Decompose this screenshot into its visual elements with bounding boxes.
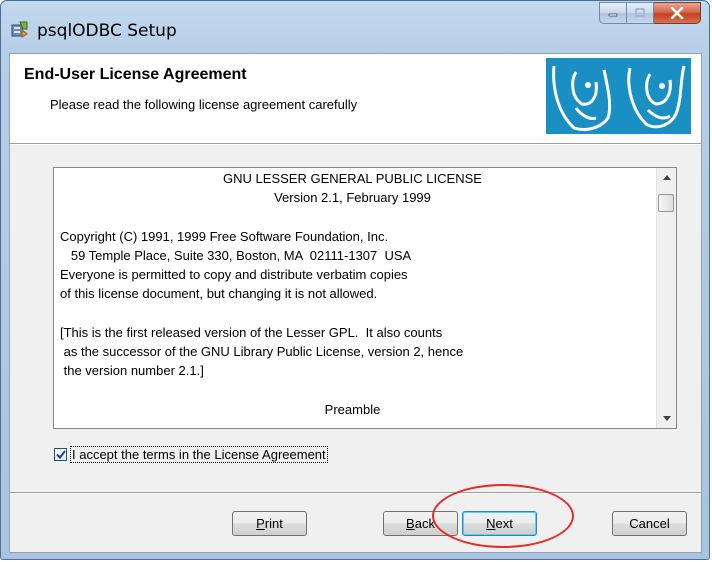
license-text[interactable]: GNU LESSER GENERAL PUBLIC LICENSE Versio… xyxy=(54,168,651,428)
scroll-down-button[interactable] xyxy=(657,409,676,428)
license-line: [This is the first released version of t… xyxy=(60,325,443,340)
maximize-icon xyxy=(635,8,645,17)
license-scrollbar[interactable] xyxy=(656,168,676,428)
postgresql-elephant-logo xyxy=(546,58,691,134)
minimize-icon xyxy=(608,13,618,17)
license-line: Preamble xyxy=(324,402,381,417)
footer-separator xyxy=(10,492,701,494)
print-button-label: Print xyxy=(256,516,283,531)
back-button-label: Back xyxy=(406,516,435,531)
scroll-up-arrow-icon xyxy=(662,175,671,180)
cancel-button-label: Cancel xyxy=(629,516,670,531)
window-title: psqlODBC Setup xyxy=(37,21,177,41)
accept-terms-row[interactable]: I accept the terms in the License Agreem… xyxy=(54,446,328,463)
license-line: of this license document, but changing i… xyxy=(60,286,378,301)
license-line: 59 Temple Place, Suite 330, Boston, MA 0… xyxy=(60,248,412,263)
license-line: the version number 2.1.] xyxy=(60,363,204,378)
page-subtitle: Please read the following license agreem… xyxy=(50,97,358,112)
print-button[interactable]: Print xyxy=(232,511,307,536)
scroll-thumb[interactable] xyxy=(658,194,674,212)
title-bar[interactable]: psqlODBC Setup xyxy=(1,1,709,53)
banner-separator xyxy=(10,143,701,145)
setup-window: psqlODBC Setup End-User License Agreemen… xyxy=(0,0,710,560)
accept-terms-label[interactable]: I accept the terms in the License Agreem… xyxy=(70,446,328,463)
caption-buttons xyxy=(599,2,701,24)
license-line: Copyright (C) 1991, 1999 Free Software F… xyxy=(60,229,389,244)
dialog-client-area: End-User License Agreement Please read t… xyxy=(9,53,702,553)
page-title: End-User License Agreement xyxy=(24,66,247,83)
header-banner: End-User License Agreement Please read t… xyxy=(10,54,701,143)
license-line: as the successor of the GNU Library Publ… xyxy=(60,344,464,359)
license-line: GNU LESSER GENERAL PUBLIC LICENSE xyxy=(223,171,482,186)
close-icon xyxy=(670,7,684,19)
scroll-up-button[interactable] xyxy=(657,168,676,187)
minimize-button[interactable] xyxy=(599,2,627,24)
close-button[interactable] xyxy=(654,2,701,24)
back-button[interactable]: Back xyxy=(383,511,458,536)
accept-terms-checkbox[interactable] xyxy=(54,448,67,461)
installer-icon xyxy=(11,21,28,38)
next-button[interactable]: Next xyxy=(462,511,537,536)
license-line: Everyone is permitted to copy and distri… xyxy=(60,267,408,282)
license-text-box[interactable]: GNU LESSER GENERAL PUBLIC LICENSE Versio… xyxy=(53,167,677,429)
maximize-button[interactable] xyxy=(627,2,654,24)
cancel-button[interactable]: Cancel xyxy=(612,511,687,536)
checkmark-icon xyxy=(55,450,66,459)
next-button-label: Next xyxy=(486,516,513,531)
scroll-down-arrow-icon xyxy=(662,416,671,421)
license-line: Version 2.1, February 1999 xyxy=(274,190,431,205)
